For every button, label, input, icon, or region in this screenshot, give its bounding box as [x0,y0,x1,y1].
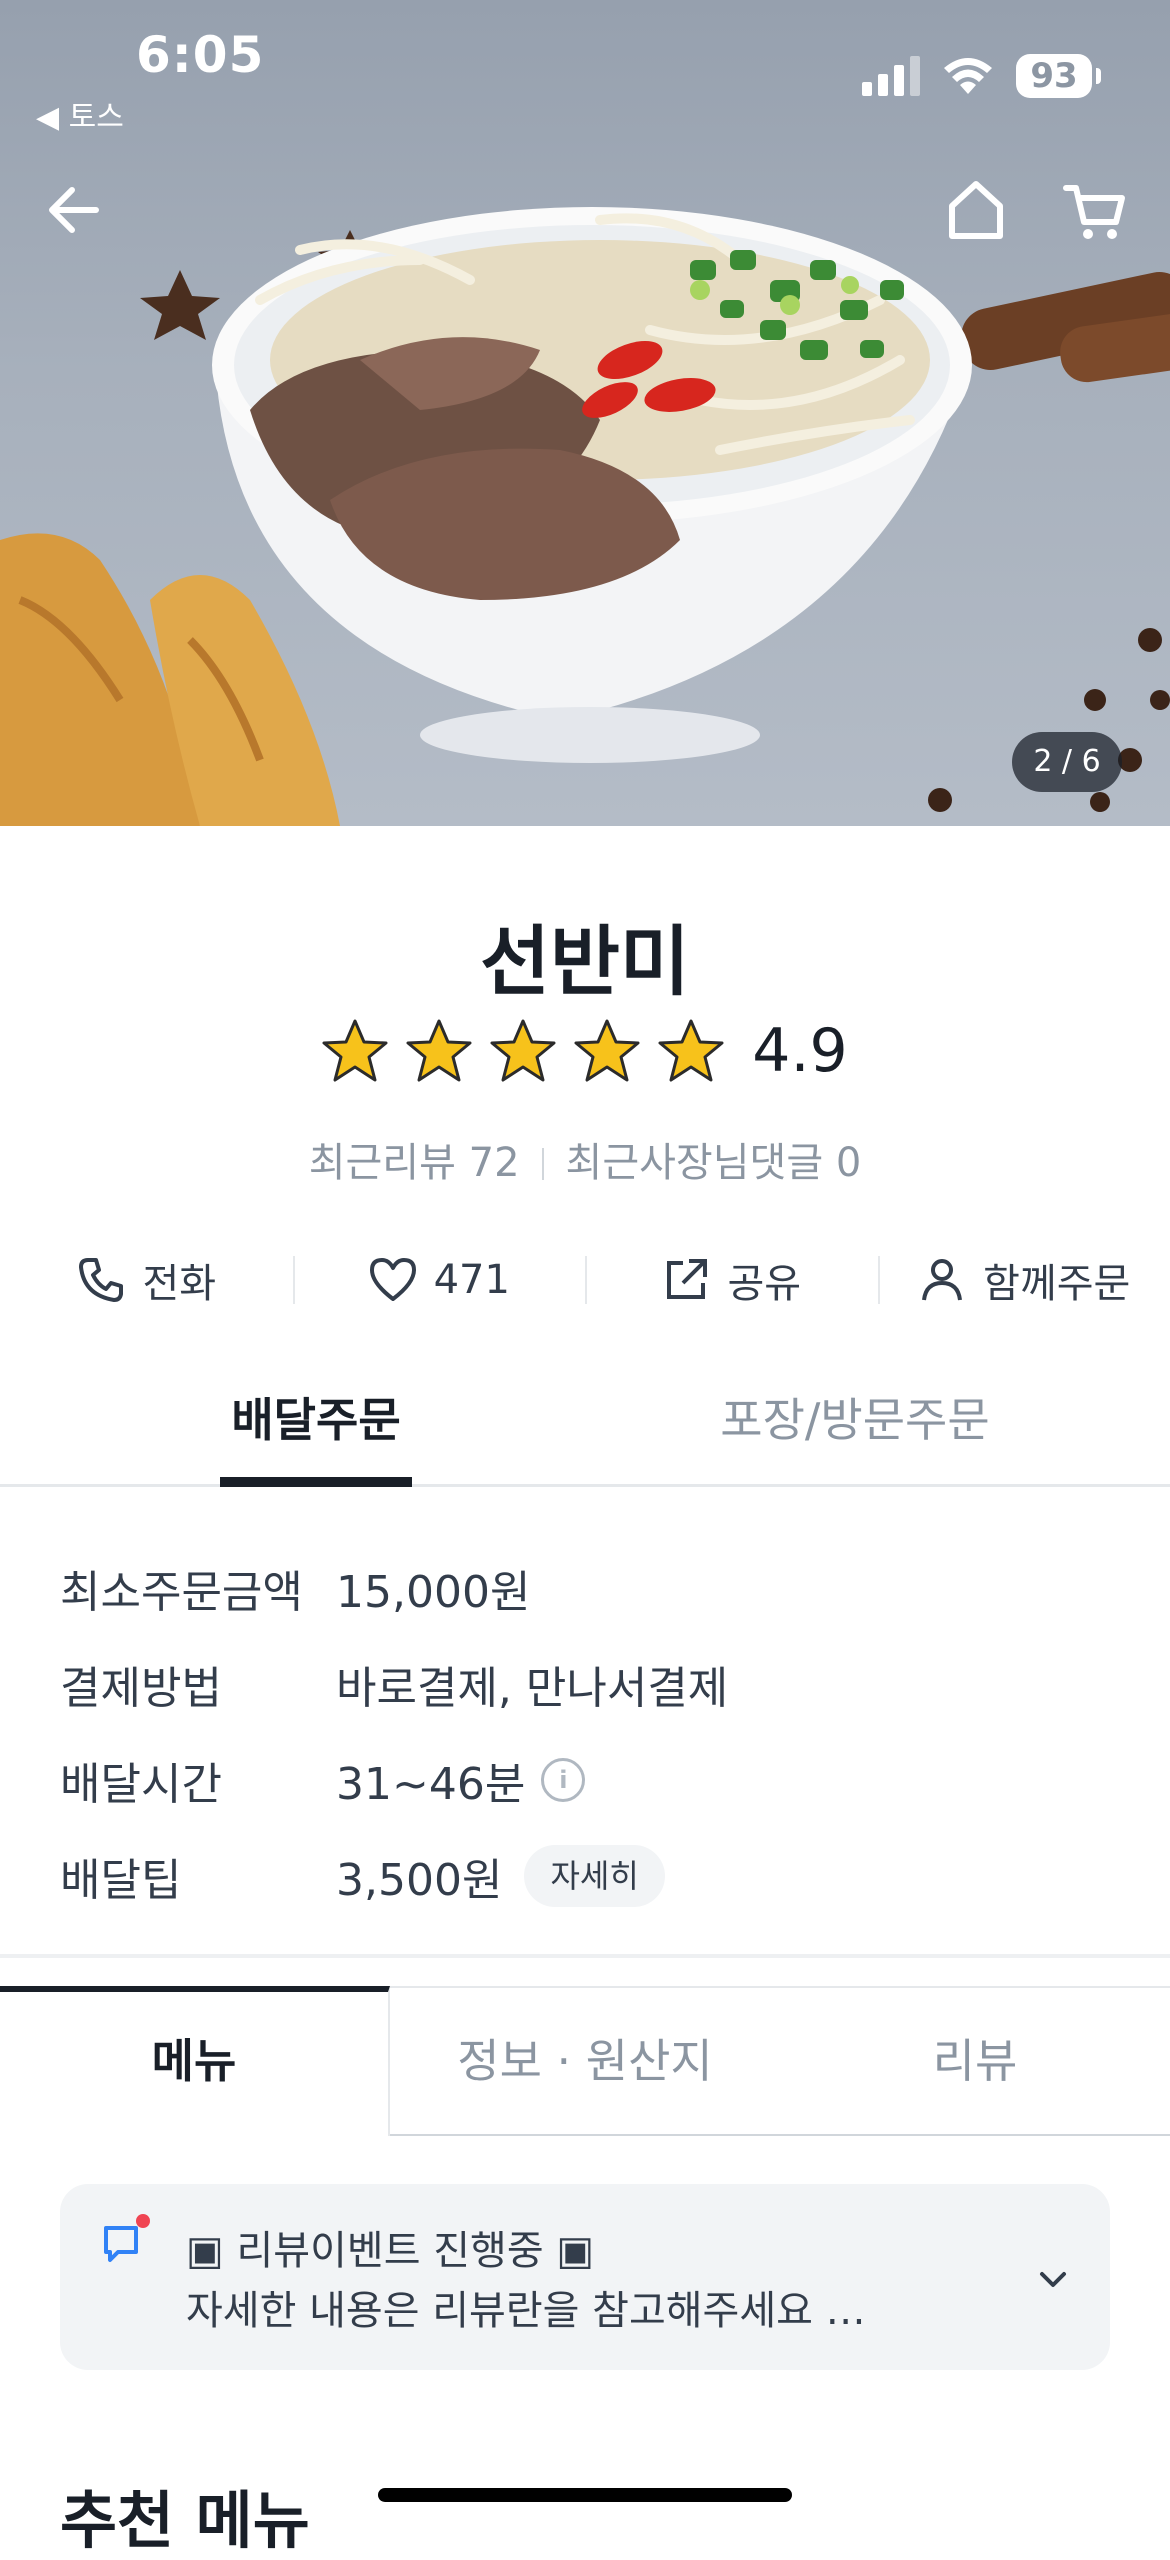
group-order-label: 함께주문 [983,1251,1130,1309]
delivery-tip-value: 3,500원 [336,1844,502,1908]
delivery-tip-label: 배달팁 [60,1844,336,1908]
back-to-app[interactable]: ◀ 토스 [36,92,124,136]
delivery-info: 최소주문금액 15,000원 결제방법 바로결제, 만나서결제 배달시간 31~… [60,1540,728,1924]
like-count: 471 [434,1257,510,1303]
share-button[interactable]: 공유 [585,1240,878,1320]
store-actions: 전화 471 공유 함께주문 [0,1240,1170,1320]
phone-icon [76,1255,126,1305]
delivery-time-value: 31~46분 [336,1748,525,1812]
tab-info-origin[interactable]: 정보 · 원산지 [390,1986,780,2136]
notice-title: ▣ 리뷰이벤트 진행중 ▣ [186,2218,594,2276]
star-icon [490,1018,556,1084]
battery-icon: 93 [1016,54,1092,98]
star-icon [574,1018,640,1084]
section-divider [0,1954,1170,1958]
store-name: 선반미 [0,900,1170,1010]
divider [542,1148,544,1180]
delivery-time-value-group: 31~46분 i [336,1748,585,1812]
notice-body: 자세한 내용은 리뷰란을 참고해주세요 ♪... [186,2278,866,2336]
group-order-button[interactable]: 함께주문 [878,1240,1170,1320]
info-row-payment: 결제방법 바로결제, 만나서결제 [60,1636,728,1732]
photo-page-indicator: 2 / 6 [1012,732,1122,792]
order-type-tabs: 배달주문 포장/방문주문 [0,1380,1170,1487]
min-order-value: 15,000원 [336,1556,530,1620]
like-button[interactable]: 471 [293,1240,586,1320]
signal-icon [862,56,920,96]
share-label: 공유 [727,1251,801,1309]
tab-review[interactable]: 리뷰 [780,1986,1170,2136]
info-row-delivery-time: 배달시간 31~46분 i [60,1732,728,1828]
recent-reviews[interactable]: 최근리뷰 72 [309,1140,520,1186]
review-event-notice[interactable]: ▣ 리뷰이벤트 진행중 ▣ 자세한 내용은 리뷰란을 참고해주세요 ♪... [60,2184,1110,2370]
star-icon [406,1018,472,1084]
call-button[interactable]: 전화 [0,1240,293,1320]
back-arrow-icon[interactable] [44,180,104,240]
payment-value: 바로결제, 만나서결제 [336,1652,728,1716]
min-order-label: 최소주문금액 [60,1556,336,1620]
tab-pickup[interactable]: 포장/방문주문 [690,1380,1020,1484]
message-icon [102,2222,146,2266]
store-rating[interactable]: 4.9 [0,1016,1170,1086]
heart-icon [368,1255,418,1305]
recommended-menu-title: 추천 메뉴 [60,2470,310,2560]
tip-detail-button[interactable]: 자세히 [524,1845,664,1907]
wifi-icon [942,56,994,96]
info-icon[interactable]: i [541,1758,585,1802]
delivery-time-label: 배달시간 [60,1748,336,1812]
share-icon [661,1255,711,1305]
chevron-down-icon[interactable] [1032,2258,1074,2300]
pho-photo [0,0,1170,826]
rating-value: 4.9 [752,1016,847,1086]
content-tabs: 메뉴 정보 · 원산지 리뷰 [0,1986,1170,2136]
review-counts[interactable]: 최근리뷰 72 최근사장님댓글 0 [0,1130,1170,1188]
call-label: 전화 [142,1251,216,1309]
owner-replies[interactable]: 최근사장님댓글 0 [566,1140,862,1186]
home-indicator[interactable] [378,2488,792,2502]
cart-icon[interactable] [1062,180,1128,244]
home-icon[interactable] [946,178,1006,242]
info-row-min-order: 최소주문금액 15,000원 [60,1540,728,1636]
star-icon [322,1018,388,1084]
info-row-delivery-tip: 배달팁 3,500원 자세히 [60,1828,728,1924]
payment-label: 결제방법 [60,1652,336,1716]
store-photo-carousel[interactable]: 6:05 ◀ 토스 93 2 / 6 [0,0,1170,826]
notification-dot [136,2214,150,2228]
status-time: 6:05 [136,26,264,84]
status-icons: 93 [862,54,1092,98]
delivery-tip-value-group: 3,500원 자세히 [336,1844,665,1908]
tab-delivery[interactable]: 배달주문 [220,1380,412,1484]
person-icon [917,1255,967,1305]
star-icon [658,1018,724,1084]
tab-menu[interactable]: 메뉴 [0,1986,390,2136]
